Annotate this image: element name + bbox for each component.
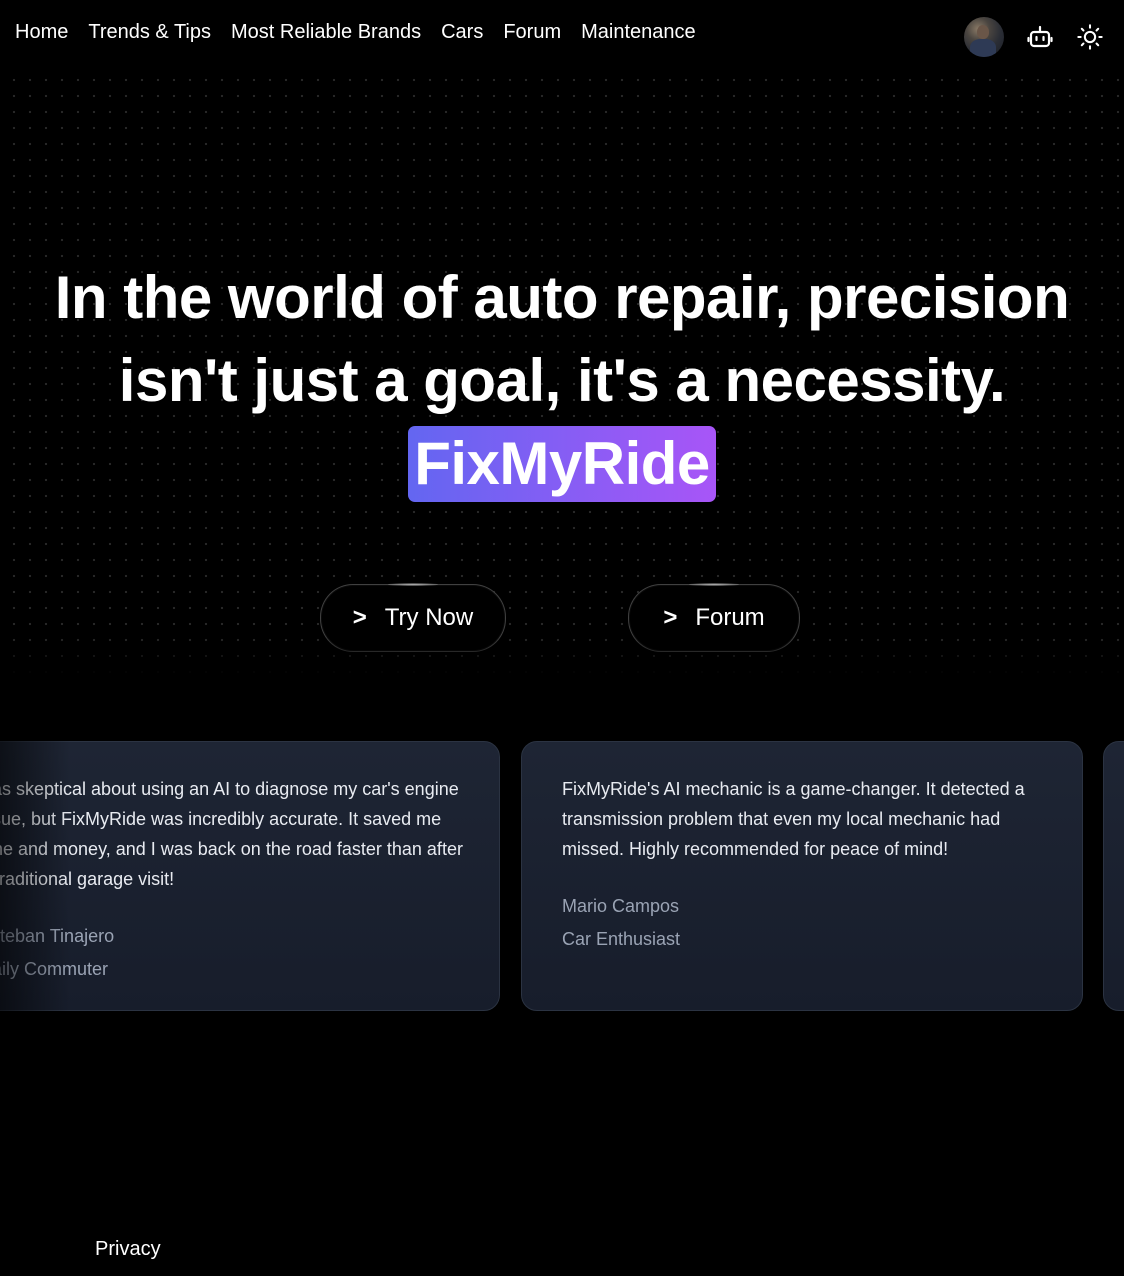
page: Home Trends & Tips Most Reliable Brands … bbox=[0, 0, 1124, 1276]
testimonials-carousel: was skeptical about using an AI to diagn… bbox=[0, 741, 1124, 1013]
privacy-link[interactable]: Privacy bbox=[95, 1236, 161, 1262]
brand-wrap: FixMyRide bbox=[0, 422, 1124, 505]
nav-actions bbox=[964, 17, 1104, 57]
brand-highlight: FixMyRide bbox=[408, 426, 716, 502]
try-now-button[interactable]: > Try Now bbox=[320, 583, 506, 652]
testimonial-author: Esteban Tinajero bbox=[0, 926, 115, 946]
nav-links: Home Trends & Tips Most Reliable Brands … bbox=[15, 19, 696, 45]
hero-section: In the world of auto repair, precision i… bbox=[0, 66, 1124, 676]
testimonial-quote: was skeptical about using an AI to diagn… bbox=[0, 779, 463, 889]
user-avatar[interactable] bbox=[964, 17, 1004, 57]
try-now-label: Try Now bbox=[384, 604, 474, 631]
forum-label: Forum bbox=[695, 604, 765, 631]
testimonial-card: FixMyRide's AI mechanic is a game-change… bbox=[521, 741, 1083, 1011]
testimonial-card: was skeptical about using an AI to diagn… bbox=[0, 741, 500, 1011]
headline-line-1: In the world of auto repair, precision bbox=[54, 264, 1070, 331]
robot-icon[interactable] bbox=[1026, 23, 1054, 51]
nav-link-forum[interactable]: Forum bbox=[503, 19, 561, 45]
testimonial-role: Car Enthusiast bbox=[562, 929, 681, 949]
nav-link-home[interactable]: Home bbox=[15, 19, 68, 45]
forum-button[interactable]: > Forum bbox=[628, 583, 800, 652]
hero-headline: In the world of auto repair, precision i… bbox=[0, 256, 1124, 505]
headline-line-2: isn't just a goal, it's a necessity. bbox=[118, 347, 1006, 414]
testimonial-card-partial bbox=[1103, 741, 1124, 1011]
sun-icon[interactable] bbox=[1076, 23, 1104, 51]
chevron-right-icon: > bbox=[663, 604, 678, 631]
testimonial-role: Daily Commuter bbox=[0, 959, 109, 979]
testimonial-quote: FixMyRide's AI mechanic is a game-change… bbox=[562, 779, 1025, 859]
top-nav: Home Trends & Tips Most Reliable Brands … bbox=[0, 0, 1124, 66]
nav-link-trends-tips[interactable]: Trends & Tips bbox=[88, 19, 211, 45]
chevron-right-icon: > bbox=[352, 604, 367, 631]
testimonial-author: Mario Campos bbox=[562, 896, 680, 916]
nav-link-maintenance[interactable]: Maintenance bbox=[581, 19, 696, 45]
nav-link-cars[interactable]: Cars bbox=[441, 19, 483, 45]
nav-link-reliable-brands[interactable]: Most Reliable Brands bbox=[231, 19, 421, 45]
